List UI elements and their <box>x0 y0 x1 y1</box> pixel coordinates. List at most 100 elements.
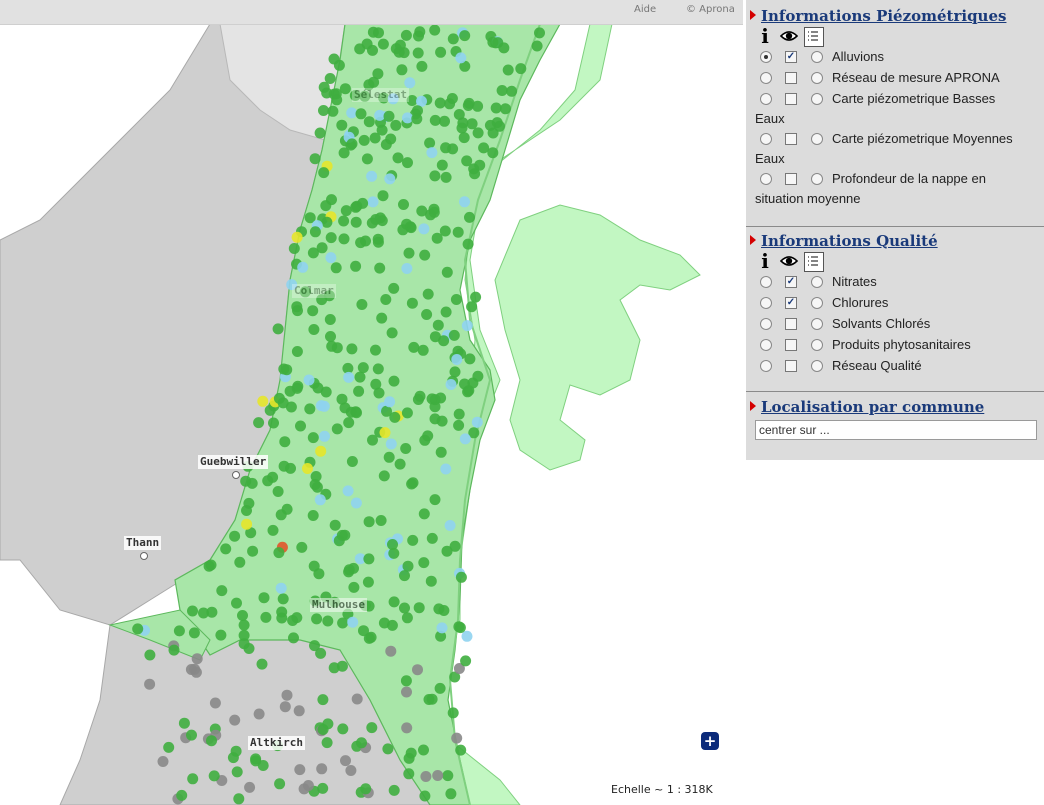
section-qualite-header[interactable]: Informations Qualité <box>746 228 1044 250</box>
measurement-point[interactable] <box>399 602 410 614</box>
measurement-point[interactable] <box>340 755 351 767</box>
measurement-point[interactable] <box>401 686 412 698</box>
measurement-point[interactable] <box>422 288 434 300</box>
measurement-point[interactable] <box>458 132 470 144</box>
measurement-point[interactable] <box>347 616 359 628</box>
measurement-point[interactable] <box>333 59 345 71</box>
measurement-point[interactable] <box>418 557 430 569</box>
layer-legend-radio[interactable] <box>811 318 823 330</box>
measurement-point[interactable] <box>321 216 333 228</box>
measurement-point[interactable] <box>253 417 265 429</box>
measurement-point[interactable] <box>296 541 308 553</box>
measurement-point[interactable] <box>531 40 543 52</box>
info-icon[interactable]: i <box>756 251 774 271</box>
measurement-point[interactable] <box>413 602 425 614</box>
measurement-point[interactable] <box>272 323 284 335</box>
measurement-point[interactable] <box>319 430 330 442</box>
measurement-point[interactable] <box>275 582 287 594</box>
measurement-point[interactable] <box>256 658 268 670</box>
measurement-point[interactable] <box>420 771 432 782</box>
measurement-point[interactable] <box>178 717 190 729</box>
measurement-point[interactable] <box>336 660 348 672</box>
measurement-point[interactable] <box>311 481 323 493</box>
measurement-point[interactable] <box>444 520 456 531</box>
measurement-point[interactable] <box>327 105 339 117</box>
measurement-point[interactable] <box>388 596 400 608</box>
measurement-point[interactable] <box>292 305 303 317</box>
measurement-point[interactable] <box>366 722 378 734</box>
measurement-point[interactable] <box>388 784 400 796</box>
measurement-point[interactable] <box>455 744 467 756</box>
eye-icon[interactable] <box>779 252 799 270</box>
measurement-point[interactable] <box>227 752 239 764</box>
layer-select-radio[interactable] <box>760 173 772 185</box>
measurement-point[interactable] <box>330 262 342 274</box>
measurement-point[interactable] <box>291 612 303 624</box>
measurement-point[interactable] <box>257 395 269 407</box>
measurement-point[interactable] <box>186 729 197 741</box>
measurement-point[interactable] <box>307 305 319 317</box>
measurement-point[interactable] <box>403 247 415 259</box>
info-icon[interactable]: i <box>756 26 774 46</box>
help-link[interactable]: Aide <box>634 4 656 15</box>
measurement-point[interactable] <box>331 342 343 354</box>
layer-visibility-checkbox[interactable]: ✓ <box>785 297 797 309</box>
measurement-point[interactable] <box>372 363 384 375</box>
measurement-point[interactable] <box>432 770 444 781</box>
measurement-point[interactable] <box>412 394 424 405</box>
measurement-point[interactable] <box>187 773 199 785</box>
measurement-point[interactable] <box>346 343 358 355</box>
measurement-point[interactable] <box>392 152 404 164</box>
measurement-point[interactable] <box>406 297 418 309</box>
measurement-point[interactable] <box>429 170 441 182</box>
measurement-point[interactable] <box>308 324 320 335</box>
measurement-point[interactable] <box>278 363 290 375</box>
measurement-point[interactable] <box>372 233 384 245</box>
measurement-point[interactable] <box>412 47 424 59</box>
measurement-point[interactable] <box>402 560 414 572</box>
commune-search-input[interactable] <box>755 420 1037 440</box>
measurement-point[interactable] <box>309 153 321 165</box>
measurement-point[interactable] <box>350 497 362 509</box>
measurement-point[interactable] <box>279 701 291 713</box>
measurement-point[interactable] <box>277 593 289 605</box>
layer-legend-radio[interactable] <box>811 360 823 372</box>
measurement-point[interactable] <box>321 737 333 749</box>
measurement-point[interactable] <box>354 43 366 55</box>
measurement-point[interactable] <box>268 417 279 429</box>
measurement-point[interactable] <box>343 371 355 383</box>
measurement-point[interactable] <box>374 262 386 274</box>
section-localisation-header[interactable]: Localisation par commune <box>746 394 1044 416</box>
measurement-point[interactable] <box>506 85 518 97</box>
measurement-point[interactable] <box>276 606 288 618</box>
measurement-point[interactable] <box>346 138 358 150</box>
measurement-point[interactable] <box>279 436 291 448</box>
measurement-point[interactable] <box>315 445 327 457</box>
measurement-point[interactable] <box>442 770 454 782</box>
measurement-point[interactable] <box>331 94 343 106</box>
measurement-point[interactable] <box>350 260 362 272</box>
measurement-point[interactable] <box>377 38 389 50</box>
measurement-point[interactable] <box>281 689 293 701</box>
measurement-point[interactable] <box>401 263 413 274</box>
layer-select-radio[interactable] <box>760 93 772 105</box>
measurement-point[interactable] <box>407 477 419 489</box>
measurement-point[interactable] <box>363 553 375 565</box>
measurement-point[interactable] <box>320 386 332 398</box>
measurement-point[interactable] <box>397 224 409 236</box>
measurement-point[interactable] <box>343 417 355 429</box>
layer-visibility-checkbox[interactable] <box>785 360 797 372</box>
measurement-point[interactable] <box>358 134 370 146</box>
measurement-point[interactable] <box>338 233 350 245</box>
measurement-point[interactable] <box>367 196 379 208</box>
measurement-point[interactable] <box>390 119 402 131</box>
measurement-point[interactable] <box>449 366 461 378</box>
measurement-point[interactable] <box>293 705 305 717</box>
measurement-point[interactable] <box>314 127 326 139</box>
measurement-point[interactable] <box>320 200 332 212</box>
measurement-point[interactable] <box>502 64 514 76</box>
measurement-point[interactable] <box>190 666 202 678</box>
measurement-point[interactable] <box>425 209 436 221</box>
measurement-point[interactable] <box>307 510 319 521</box>
measurement-point[interactable] <box>460 655 472 667</box>
